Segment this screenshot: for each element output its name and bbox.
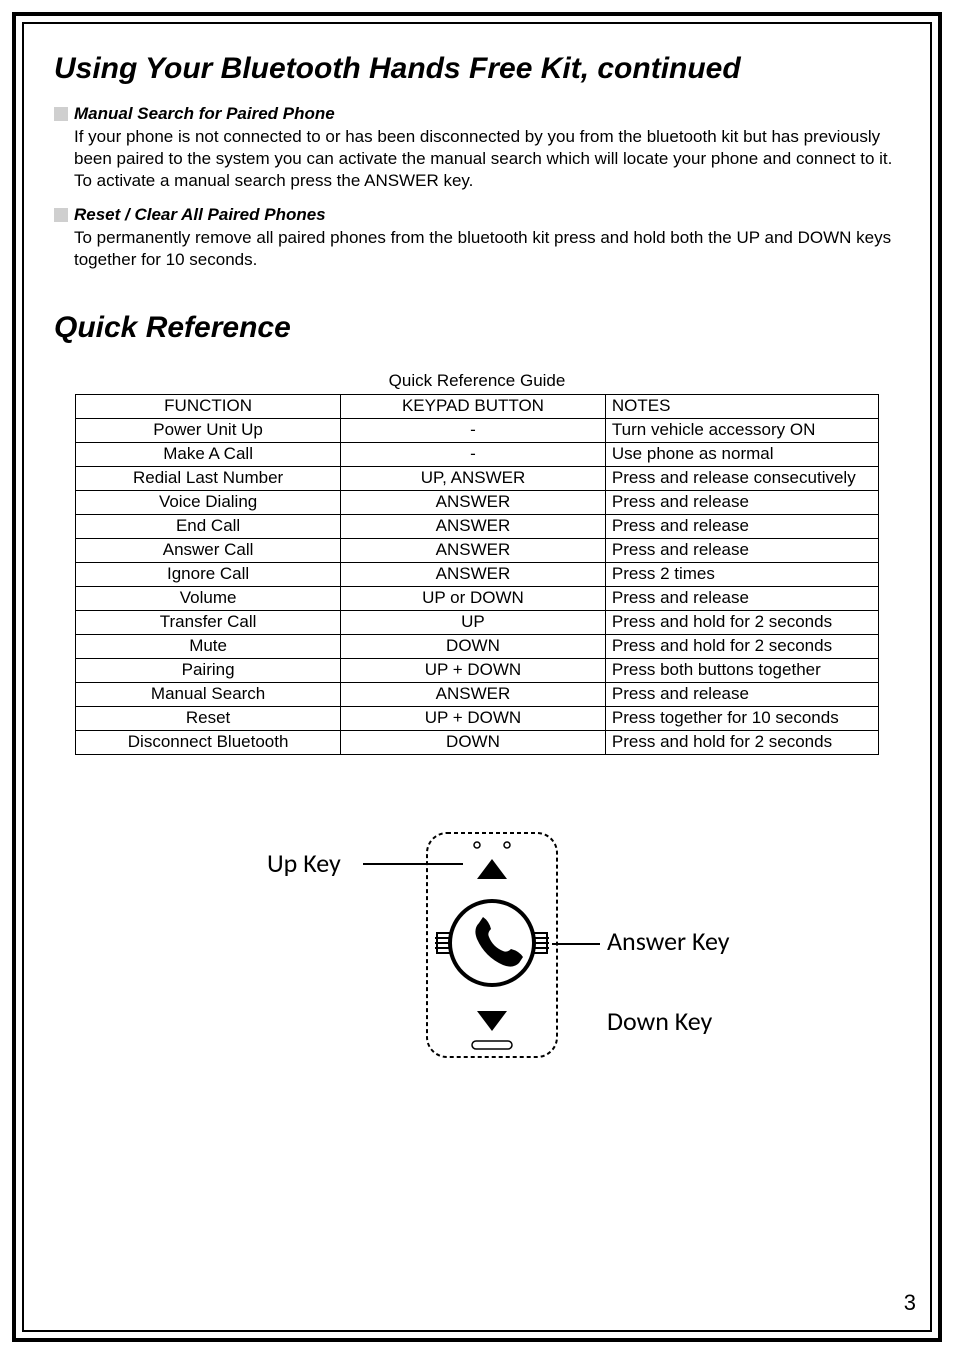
label-up-key: Up Key	[267, 847, 341, 879]
cell-fn: Ignore Call	[76, 562, 341, 586]
section-heading: Manual Search for Paired Phone	[74, 104, 335, 124]
bullet-icon	[54, 208, 68, 222]
cell-fn: Transfer Call	[76, 610, 341, 634]
up-arrow-icon	[477, 859, 507, 879]
col-function: FUNCTION	[76, 394, 341, 418]
table-row: Ignore CallANSWERPress 2 times	[76, 562, 879, 586]
section-body: To permanently remove all paired phones …	[74, 227, 900, 271]
cell-nt: Press both buttons together	[605, 658, 878, 682]
cell-nt: Press 2 times	[605, 562, 878, 586]
cell-nt: Press together for 10 seconds	[605, 706, 878, 730]
cell-nt: Press and release	[605, 514, 878, 538]
page-title: Using Your Bluetooth Hands Free Kit, con…	[54, 52, 900, 86]
page: Using Your Bluetooth Hands Free Kit, con…	[0, 0, 954, 1354]
cell-kb: UP + DOWN	[341, 706, 606, 730]
cell-kb: DOWN	[341, 634, 606, 658]
cell-nt: Press and release	[605, 682, 878, 706]
quick-reference-table: FUNCTION KEYPAD BUTTON NOTES Power Unit …	[75, 394, 879, 755]
table-row: MuteDOWNPress and hold for 2 seconds	[76, 634, 879, 658]
cell-kb: ANSWER	[341, 514, 606, 538]
table-row: Disconnect BluetoothDOWNPress and hold f…	[76, 730, 879, 754]
cell-kb: -	[341, 418, 606, 442]
cell-fn: Pairing	[76, 658, 341, 682]
keypad-icon	[417, 825, 567, 1065]
speaker-dot-icon	[474, 842, 480, 848]
cell-kb: UP or DOWN	[341, 586, 606, 610]
section-reset: Reset / Clear All Paired Phones To perma…	[54, 205, 900, 271]
cell-kb: -	[341, 442, 606, 466]
page-number: 3	[904, 1290, 916, 1316]
cell-fn: Disconnect Bluetooth	[76, 730, 341, 754]
outer-border: Using Your Bluetooth Hands Free Kit, con…	[12, 12, 942, 1342]
cell-nt: Press and release	[605, 490, 878, 514]
cell-kb: ANSWER	[341, 538, 606, 562]
table-caption: Quick Reference Guide	[54, 371, 900, 391]
section-manual-search: Manual Search for Paired Phone If your p…	[54, 104, 900, 191]
phone-icon	[475, 917, 523, 967]
table-row: Redial Last NumberUP, ANSWERPress and re…	[76, 466, 879, 490]
cell-nt: Use phone as normal	[605, 442, 878, 466]
cell-fn: Volume	[76, 586, 341, 610]
cell-fn: Power Unit Up	[76, 418, 341, 442]
table-header-row: FUNCTION KEYPAD BUTTON NOTES	[76, 394, 879, 418]
bullet-icon	[54, 107, 68, 121]
label-answer-key: Answer Key	[607, 925, 730, 957]
cell-fn: End Call	[76, 514, 341, 538]
cell-fn: Mute	[76, 634, 341, 658]
mic-slot-icon	[472, 1041, 512, 1049]
cell-kb: UP + DOWN	[341, 658, 606, 682]
cell-fn: Manual Search	[76, 682, 341, 706]
cell-fn: Voice Dialing	[76, 490, 341, 514]
col-notes: NOTES	[605, 394, 878, 418]
cell-kb: ANSWER	[341, 562, 606, 586]
down-arrow-icon	[477, 1011, 507, 1031]
cell-kb: ANSWER	[341, 490, 606, 514]
label-down-key: Down Key	[607, 1005, 712, 1037]
cell-kb: DOWN	[341, 730, 606, 754]
table-row: Manual SearchANSWERPress and release	[76, 682, 879, 706]
section-heading: Reset / Clear All Paired Phones	[74, 205, 326, 225]
table-row: Power Unit Up-Turn vehicle accessory ON	[76, 418, 879, 442]
table-row: Voice DialingANSWERPress and release	[76, 490, 879, 514]
cell-nt: Turn vehicle accessory ON	[605, 418, 878, 442]
table-row: End CallANSWERPress and release	[76, 514, 879, 538]
table-row: VolumeUP or DOWNPress and release	[76, 586, 879, 610]
table-row: Transfer CallUPPress and hold for 2 seco…	[76, 610, 879, 634]
quick-reference-title: Quick Reference	[54, 311, 900, 345]
cell-fn: Reset	[76, 706, 341, 730]
col-keypad: KEYPAD BUTTON	[341, 394, 606, 418]
cell-kb: UP, ANSWER	[341, 466, 606, 490]
cell-nt: Press and release	[605, 586, 878, 610]
cell-kb: ANSWER	[341, 682, 606, 706]
table-row: Make A Call-Use phone as normal	[76, 442, 879, 466]
cell-nt: Press and release	[605, 538, 878, 562]
cell-fn: Make A Call	[76, 442, 341, 466]
inner-border: Using Your Bluetooth Hands Free Kit, con…	[22, 22, 932, 1332]
cell-kb: UP	[341, 610, 606, 634]
section-body: If your phone is not connected to or has…	[74, 126, 900, 191]
table-row: Answer CallANSWERPress and release	[76, 538, 879, 562]
cell-fn: Redial Last Number	[76, 466, 341, 490]
cell-nt: Press and hold for 2 seconds	[605, 634, 878, 658]
cell-fn: Answer Call	[76, 538, 341, 562]
table-row: PairingUP + DOWNPress both buttons toget…	[76, 658, 879, 682]
leader-line	[552, 943, 600, 945]
cell-nt: Press and release consecutively	[605, 466, 878, 490]
table-row: ResetUP + DOWNPress together for 10 seco…	[76, 706, 879, 730]
cell-nt: Press and hold for 2 seconds	[605, 610, 878, 634]
speaker-dot-icon	[504, 842, 510, 848]
cell-nt: Press and hold for 2 seconds	[605, 730, 878, 754]
keypad-diagram: Up Key	[54, 825, 900, 1085]
